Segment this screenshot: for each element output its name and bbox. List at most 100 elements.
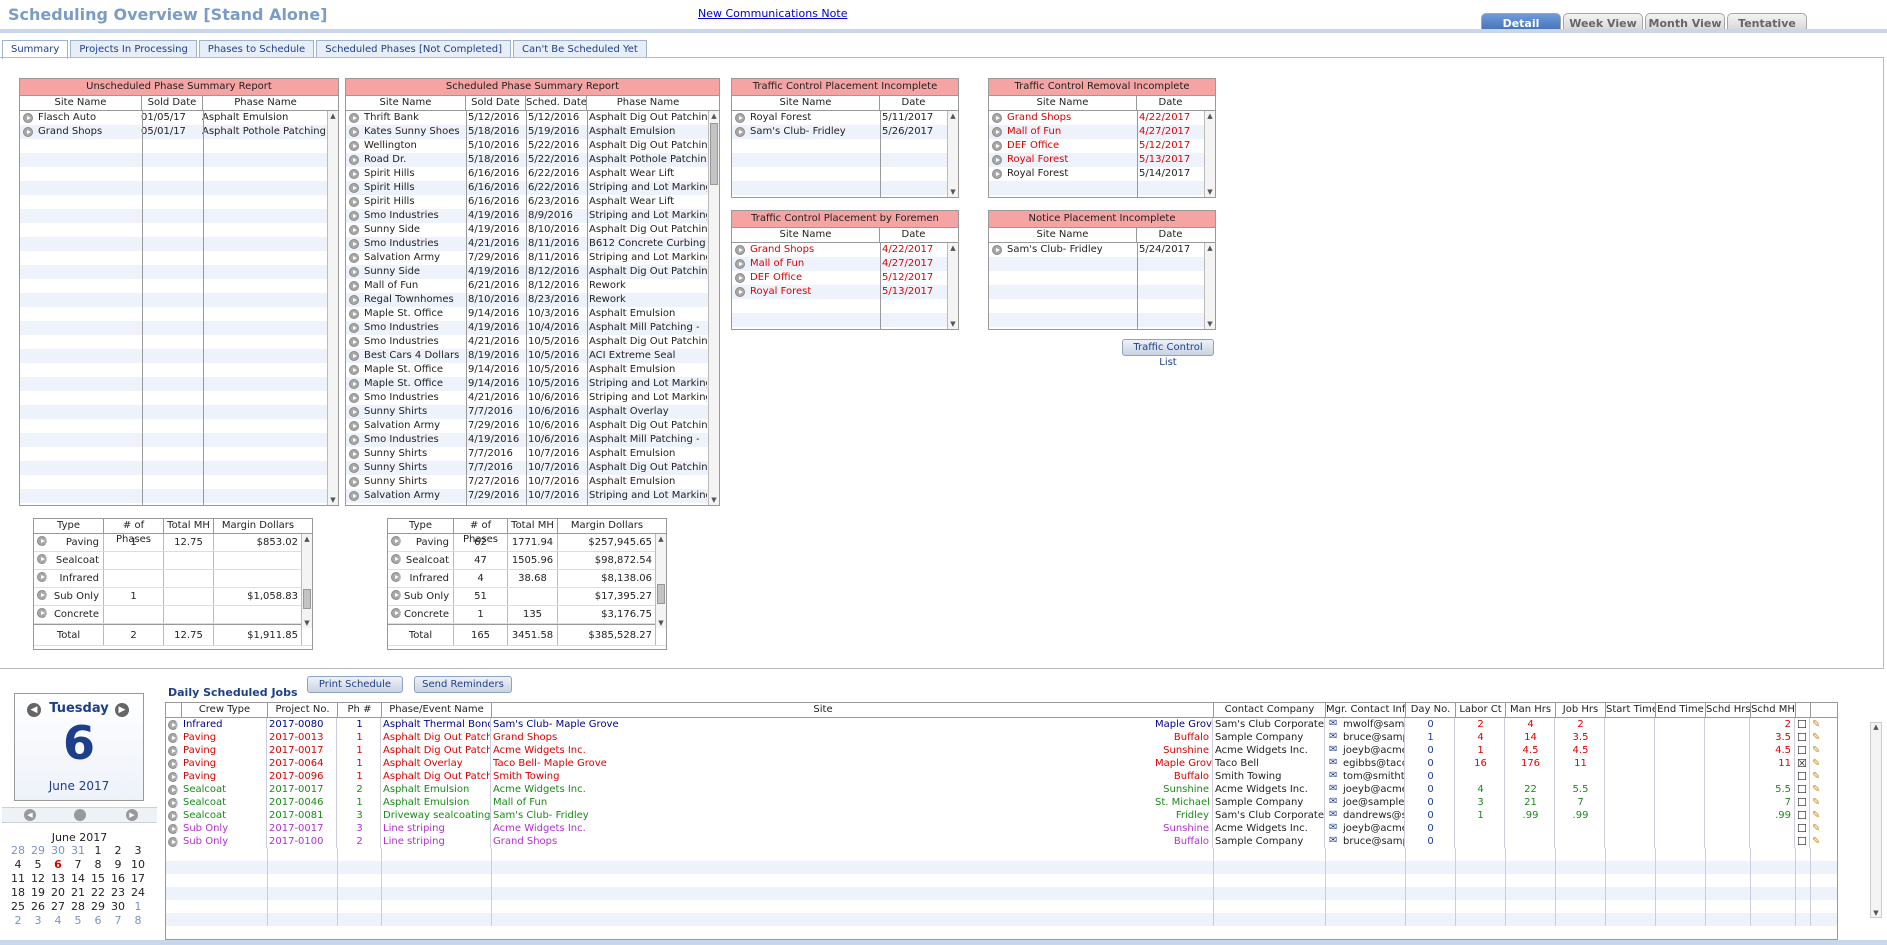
row-go-icon[interactable]: [349, 267, 359, 277]
send-reminders-button[interactable]: Send Reminders: [414, 676, 512, 693]
edit-pencil-icon[interactable]: ✎: [1810, 770, 1825, 783]
row-go-icon[interactable]: [735, 245, 745, 255]
row-go-icon[interactable]: [349, 239, 359, 249]
calendar-day[interactable]: 6: [88, 914, 108, 928]
calendar-day[interactable]: 3: [28, 914, 48, 928]
row-go-icon[interactable]: [992, 169, 1002, 179]
table-row[interactable]: Paving2017-00171Asphalt Dig Out Patching…: [166, 744, 1837, 757]
calendar-day[interactable]: 19: [28, 886, 48, 900]
calendar-day[interactable]: 8: [88, 858, 108, 872]
calendar-day[interactable]: 13: [48, 872, 68, 886]
list-item[interactable]: Flasch Auto 01/05/17 Asphalt Emulsion: [20, 111, 327, 125]
row-go-icon[interactable]: [349, 281, 359, 291]
calendar-day[interactable]: 20: [48, 886, 68, 900]
calendar-day[interactable]: 7: [108, 914, 128, 928]
row-go-icon[interactable]: [391, 572, 401, 582]
summary-row[interactable]: Infrared 4 38.68 $8,138.06: [388, 570, 666, 588]
calendar-day[interactable]: 23: [108, 886, 128, 900]
row-go-icon[interactable]: [992, 245, 1002, 255]
tc-removal-scrollbar[interactable]: ▲ ▼: [1204, 111, 1215, 197]
edit-pencil-icon[interactable]: ✎: [1810, 744, 1825, 757]
calendar-day[interactable]: 7: [68, 858, 88, 872]
list-item[interactable]: Wellington 5/10/2016 5/22/2016 Asphalt Dig …: [346, 139, 708, 153]
calendar-day[interactable]: 3: [128, 844, 148, 858]
col-site-name[interactable]: Site Name: [732, 96, 880, 110]
col-date[interactable]: Date: [1137, 96, 1204, 110]
list-item[interactable]: Spirit Hills 6/16/2016 6/22/2016 Asphalt We…: [346, 167, 708, 181]
row-go-icon[interactable]: [735, 113, 745, 123]
calendar-day[interactable]: 2: [8, 914, 28, 928]
row-go-icon[interactable]: [735, 287, 745, 297]
summary-row[interactable]: Paving 1 12.75 $853.02: [34, 534, 312, 552]
tc-foremen-scrollbar[interactable]: ▲ ▼: [947, 243, 958, 329]
edit-pencil-icon[interactable]: ✎: [1810, 835, 1825, 848]
row-go-icon[interactable]: [349, 169, 359, 179]
tab-projects-in-processing[interactable]: Projects In Processing: [70, 40, 197, 58]
traffic-control-list-button[interactable]: Traffic Control List: [1122, 339, 1214, 368]
row-go-icon[interactable]: [349, 365, 359, 375]
list-item[interactable]: Mall of Fun 6/21/2016 8/12/2016 Rework: [346, 279, 708, 293]
row-go-icon[interactable]: [391, 608, 401, 618]
col-7[interactable]: Mgr. Contact Info: [1326, 703, 1406, 717]
summary-row[interactable]: Sealcoat 47 1505.96 $98,872.54: [388, 552, 666, 570]
col-8[interactable]: Day No.: [1406, 703, 1456, 717]
table-row[interactable]: Paving 2017-0064 1 Asphalt Overlay Taco Bell…: [166, 757, 1837, 770]
notice-scrollbar[interactable]: ▲ ▼: [1204, 243, 1215, 329]
edit-pencil-icon[interactable]: ✎: [1810, 796, 1825, 809]
row-go-icon[interactable]: [349, 225, 359, 235]
email-icon[interactable]: ✉: [1329, 783, 1337, 794]
col-site-name[interactable]: Site Name: [346, 96, 466, 110]
row-go-icon[interactable]: [168, 811, 178, 821]
row-go-icon[interactable]: [349, 113, 359, 123]
col-date[interactable]: Date: [880, 96, 947, 110]
print-schedule-button[interactable]: Print Schedule: [307, 676, 403, 693]
list-item[interactable]: Sam's Club- Fridley 5/26/2017: [732, 125, 947, 139]
list-item[interactable]: Spirit Hills 6/16/2016 6/22/2016 Striping a…: [346, 181, 708, 195]
row-go-icon[interactable]: [349, 449, 359, 459]
row-go-icon[interactable]: [349, 295, 359, 305]
summary-row[interactable]: Infrared: [34, 570, 312, 588]
row-go-icon[interactable]: [992, 141, 1002, 151]
list-item[interactable]: Sunny Side 4/19/2016 8/10/2016 Asphalt Dig …: [346, 223, 708, 237]
calendar-day[interactable]: 15: [88, 872, 108, 886]
row-go-icon[interactable]: [349, 435, 359, 445]
row-go-icon[interactable]: [391, 590, 401, 600]
table-row[interactable]: Sub Only 2017-0017 3 Line striping Acme Widg…: [166, 822, 1837, 835]
summary-row[interactable]: Concrete 1 135 $3,176.75: [388, 606, 666, 624]
table-row[interactable]: Infrared 2017-0080 1 Asphalt Thermal Bond Sa…: [166, 718, 1837, 731]
list-item[interactable]: Royal Forest 5/14/2017: [989, 167, 1204, 181]
row-go-icon[interactable]: [168, 759, 178, 769]
edit-pencil-icon[interactable]: ✎: [1810, 718, 1825, 731]
row-checkbox[interactable]: ☐: [1795, 835, 1810, 848]
summary-row[interactable]: Sealcoat: [34, 552, 312, 570]
row-go-icon[interactable]: [349, 379, 359, 389]
list-item[interactable]: Sam's Club- Fridley 5/24/2017: [989, 243, 1204, 257]
row-go-icon[interactable]: [349, 491, 359, 501]
calendar-day[interactable]: 5: [68, 914, 88, 928]
list-item[interactable]: Spirit Hills 6/16/2016 6/23/2016 Asphalt We…: [346, 195, 708, 209]
col-phase-name[interactable]: Phase Name: [587, 96, 709, 110]
row-go-icon[interactable]: [735, 127, 745, 137]
calendar-day[interactable]: 26: [28, 900, 48, 914]
email-icon[interactable]: ✉: [1329, 770, 1337, 781]
list-item[interactable]: Salvation Army 7/29/2016 8/11/2016 Striping…: [346, 251, 708, 265]
row-go-icon[interactable]: [349, 463, 359, 473]
edit-pencil-icon[interactable]: ✎: [1810, 822, 1825, 835]
list-item[interactable]: Salvation Army 7/29/2016 10/7/2016 Striping…: [346, 489, 708, 503]
scheduled-summary-scrollbar[interactable]: ▲ ▼: [655, 534, 666, 628]
edit-pencil-icon[interactable]: ✎: [1810, 809, 1825, 822]
row-checkbox[interactable]: ☐: [1795, 718, 1810, 731]
col-site-name[interactable]: Site Name: [20, 96, 142, 110]
row-go-icon[interactable]: [23, 127, 33, 137]
list-item[interactable]: Sunny Shirts 7/7/2016 10/7/2016 Asphalt Emu…: [346, 447, 708, 461]
row-go-icon[interactable]: [168, 798, 178, 808]
row-go-icon[interactable]: [349, 211, 359, 221]
table-row[interactable]: Sealcoat 2017-0081 3 Driveway sealcoating Sa…: [166, 809, 1837, 822]
list-item[interactable]: Sunny Shirts 7/7/2016 10/7/2016 Asphalt Dig…: [346, 461, 708, 475]
calendar-day[interactable]: 1: [88, 844, 108, 858]
prev-month-icon[interactable]: ◀: [24, 809, 36, 821]
list-item[interactable]: Grand Shops 05/01/17 Asphalt Pothole Patch…: [20, 125, 327, 139]
list-item[interactable]: Kates Sunny Shoes 5/18/2016 5/19/2016 Aspha…: [346, 125, 708, 139]
table-row[interactable]: Sealcoat 2017-0017 2 Asphalt Emulsion Acme W…: [166, 783, 1837, 796]
col-sold-date[interactable]: Sold Date: [142, 96, 203, 110]
